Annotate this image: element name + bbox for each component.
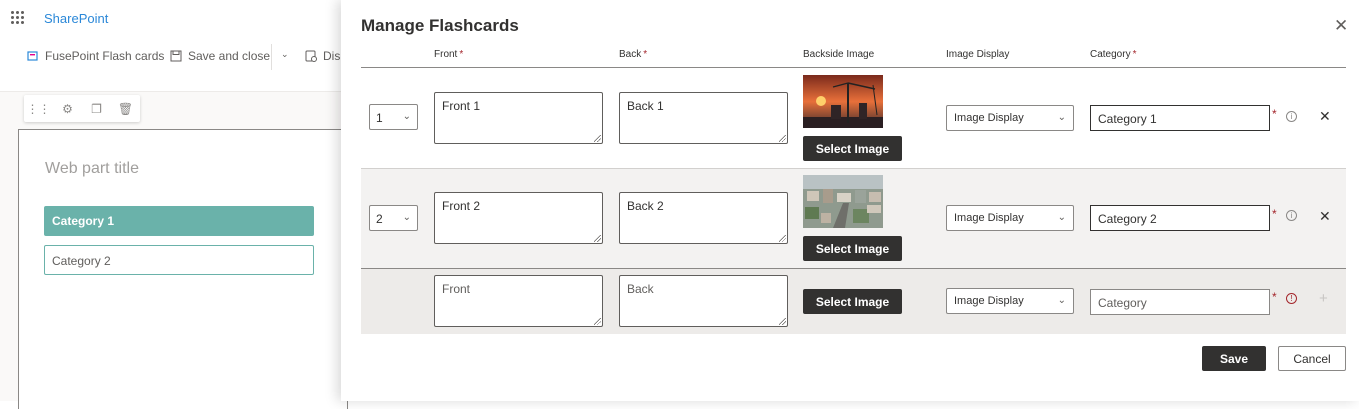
- front-value: Front 2: [442, 199, 481, 213]
- chevron-down-icon: ⌄: [1057, 212, 1066, 223]
- select-image-button-1[interactable]: Select Image: [803, 136, 902, 161]
- order-value: 2: [376, 212, 383, 226]
- back-header-label: Back: [619, 49, 642, 60]
- back-value: Back 1: [627, 99, 664, 113]
- back-textarea-2[interactable]: Back 2: [619, 192, 788, 244]
- add-row-icon[interactable]: +: [1319, 290, 1328, 307]
- delete-row-icon-2[interactable]: ✕: [1319, 208, 1331, 225]
- row-divider: [361, 268, 1346, 269]
- order-dropdown-1[interactable]: 1 ⌄: [369, 104, 418, 130]
- required-asterisk: *: [1272, 207, 1277, 221]
- resize-grip-icon[interactable]: [779, 135, 786, 142]
- chevron-down-icon: ⌄: [281, 49, 289, 59]
- close-icon[interactable]: ✕: [1334, 17, 1348, 34]
- drag-handle-icon[interactable]: ⋮⋮: [24, 102, 53, 116]
- category-tab-2[interactable]: Category 2: [44, 245, 314, 275]
- command-separator: [271, 44, 272, 70]
- required-asterisk: *: [1132, 49, 1137, 60]
- category-input-2[interactable]: Category 2: [1090, 205, 1270, 231]
- edit-properties-icon[interactable]: ⚙: [53, 102, 82, 116]
- chevron-down-icon: ⌄: [1057, 295, 1066, 306]
- save-icon: [170, 50, 182, 62]
- chevron-down-icon: ⌄: [1057, 112, 1066, 123]
- info-icon[interactable]: i: [1286, 210, 1297, 221]
- construction-sunset-image: [803, 75, 883, 128]
- order-value: 1: [376, 111, 383, 125]
- front-textarea-2[interactable]: Front 2: [434, 192, 603, 244]
- brand-link[interactable]: SharePoint: [44, 11, 108, 26]
- resize-grip-icon[interactable]: [594, 235, 601, 242]
- new-image-display-dropdown[interactable]: Image Display ⌄: [946, 288, 1074, 314]
- image-display-value: Image Display: [954, 212, 1024, 224]
- category-tab-1[interactable]: Category 1: [44, 206, 314, 236]
- image-display-value: Image Display: [954, 295, 1024, 307]
- flashcards-command-label: FusePoint Flash cards: [45, 49, 165, 63]
- required-asterisk: *: [1272, 290, 1277, 304]
- required-asterisk: *: [643, 49, 648, 60]
- front-placeholder: Front: [442, 282, 471, 296]
- image-display-dropdown-1[interactable]: Image Display ⌄: [946, 105, 1074, 131]
- resize-grip-icon[interactable]: [779, 318, 786, 325]
- new-select-image-button[interactable]: Select Image: [803, 289, 902, 314]
- column-header-image-display: Image Display: [946, 49, 1010, 60]
- info-icon[interactable]: i: [1286, 111, 1297, 122]
- category-input-1[interactable]: Category 1: [1090, 105, 1270, 131]
- error-info-icon[interactable]: !: [1286, 293, 1297, 304]
- back-textarea-1[interactable]: Back 1: [619, 92, 788, 144]
- back-value: Back 2: [627, 199, 664, 213]
- new-front-textarea[interactable]: Front: [434, 275, 603, 327]
- required-asterisk: *: [1272, 107, 1277, 121]
- discard-command[interactable]: Dis: [305, 49, 340, 63]
- cancel-button[interactable]: Cancel: [1278, 346, 1346, 371]
- category-header-label: Category: [1090, 49, 1131, 60]
- delete-icon[interactable]: 🗑: [111, 102, 140, 116]
- app-launcher-icon[interactable]: [11, 11, 25, 25]
- webpart-toolbar: ⋮⋮ ⚙ ❐ 🗑: [24, 95, 140, 122]
- row-divider: [361, 168, 1346, 169]
- required-asterisk: *: [459, 49, 464, 60]
- image-display-value: Image Display: [954, 112, 1024, 124]
- webpart-title-placeholder[interactable]: Web part title: [45, 160, 139, 178]
- discard-icon: [305, 50, 317, 62]
- column-header-backside-image: Backside Image: [803, 49, 875, 60]
- new-category-input[interactable]: Category: [1090, 289, 1270, 315]
- resize-grip-icon[interactable]: [779, 235, 786, 242]
- delete-row-icon-1[interactable]: ✕: [1319, 108, 1331, 125]
- flashcards-icon: [27, 51, 38, 61]
- front-value: Front 1: [442, 99, 481, 113]
- column-header-category: Category *: [1090, 49, 1136, 60]
- save-button[interactable]: Save: [1202, 346, 1266, 371]
- chevron-down-icon: ⌄: [402, 212, 411, 223]
- flashcards-command[interactable]: FusePoint Flash cards: [27, 49, 164, 63]
- split-chevron[interactable]: ⌄: [281, 49, 289, 60]
- order-dropdown-2[interactable]: 2 ⌄: [369, 205, 418, 231]
- discard-label: Dis: [323, 49, 341, 63]
- column-header-front: Front *: [434, 49, 463, 60]
- back-placeholder: Back: [627, 282, 654, 296]
- panel-title: Manage Flashcards: [361, 16, 519, 35]
- front-textarea-1[interactable]: Front 1: [434, 92, 603, 144]
- resize-grip-icon[interactable]: [594, 135, 601, 142]
- duplicate-icon[interactable]: ❐: [82, 102, 111, 116]
- chevron-down-icon: ⌄: [402, 111, 411, 122]
- save-and-close-label: Save and close: [188, 49, 271, 63]
- resize-grip-icon[interactable]: [594, 318, 601, 325]
- image-display-dropdown-2[interactable]: Image Display ⌄: [946, 205, 1074, 231]
- column-header-back: Back *: [619, 49, 647, 60]
- new-back-textarea[interactable]: Back: [619, 275, 788, 327]
- front-header-label: Front: [434, 49, 458, 60]
- select-image-button-2[interactable]: Select Image: [803, 236, 902, 261]
- city-aerial-image: [803, 175, 883, 228]
- save-and-close-command[interactable]: Save and close: [170, 49, 270, 63]
